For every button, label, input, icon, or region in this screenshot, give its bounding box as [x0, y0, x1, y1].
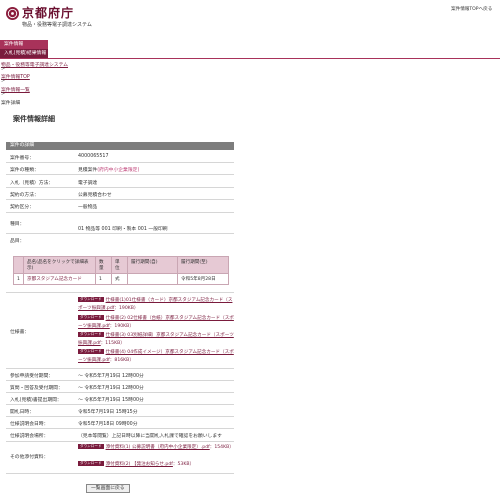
contract-category-label: 契約区分：: [10, 205, 34, 210]
row-divider: [6, 174, 234, 175]
table-cell: [127, 273, 178, 285]
breadcrumb-separator: >: [1, 79, 6, 84]
file-size: ：154KB）: [209, 445, 234, 450]
breadcrumb-current: 案件詳細: [1, 101, 21, 106]
case-type-text: 見積案件: [78, 168, 98, 173]
file-size: ：53KB）: [172, 462, 195, 467]
back-to-list-button[interactable]: 一覧画面に戻る: [86, 484, 130, 493]
column-header: 履行期間(自): [127, 256, 178, 274]
bid-method-value: 電子調達: [78, 181, 98, 186]
download-badge: ダウンロード: [78, 297, 104, 302]
bid-period-label: 入札(見積)書提出期間：: [10, 398, 62, 403]
file-size: ：190KB）: [109, 324, 134, 329]
row-divider: [6, 392, 234, 393]
nav-tab-bid-results[interactable]: 入札(見積)結果情報: [0, 49, 48, 58]
row-divider: [6, 212, 234, 213]
file-size: ：816KB）: [109, 358, 134, 363]
file-size: ：115KB）: [100, 341, 125, 346]
spec-download-2[interactable]: ダウンロード 仕様書(2) 02仕様書（台紙）京都スタジアム記念カード（スポーツ振…: [78, 315, 234, 331]
type-label: 種目：: [10, 222, 25, 227]
breadcrumb-case-list[interactable]: 案件情報一覧: [1, 86, 30, 93]
page-title: 案件情報詳細: [13, 115, 55, 123]
spec-download-4[interactable]: ダウンロード 仕様書(4) 04作成イメージ）京都スタジアム記念カード（スポーツ振…: [78, 349, 234, 365]
question-period-label: 質問・回答及受付期間：: [10, 386, 63, 391]
other-file-link-1[interactable]: 添付資料(1) 公募説明書（府内中小企業限定）.pdf: [106, 445, 210, 450]
logo-emblem-icon: [6, 7, 19, 20]
download-badge: ダウンロード: [78, 315, 104, 320]
opening-date-label: 開札日時：: [10, 410, 34, 415]
case-type-value: 見積案件(府内中小企業限定): [78, 166, 139, 173]
other-file-link-2[interactable]: 添付資料(2) 【発注お知らせ.pdf: [106, 462, 173, 467]
column-header: 品名(品名をクリックで詳細表示): [23, 256, 96, 274]
row-divider: [6, 404, 234, 405]
bid-method-label: 入札（見積）方法：: [10, 181, 54, 186]
table-cell: 令和5年8月28日: [177, 273, 229, 285]
table-cell: 式: [111, 273, 128, 285]
other-download-2[interactable]: ダウンロード 添付資料(2) 【発注お知らせ.pdf：53KB）: [78, 461, 234, 469]
file-size: ：190KB）: [114, 306, 139, 311]
item-name-link[interactable]: 京都スタジアム記念カード: [23, 273, 96, 285]
spec-download-3[interactable]: ダウンロード 仕様書(3) 03別紙詳細）京都スタジアム記念カード（スポーツ振興課…: [78, 332, 234, 348]
download-badge: ダウンロード: [78, 332, 104, 337]
type-value: 01 物品等 001 印刷・製本 001 一般印刷: [78, 227, 168, 232]
briefing-date-value: 令和5年7月18日 09時00分: [78, 422, 138, 427]
briefing-place-label: 仕様説明会場所：: [10, 434, 49, 439]
other-attachments-label: その他添付資料：: [10, 455, 49, 460]
column-header: 単位: [111, 256, 128, 274]
breadcrumb-case-top[interactable]: 案件情報TOP: [1, 73, 30, 80]
row-divider: [6, 416, 234, 417]
row-divider: [6, 368, 234, 369]
row-divider: [6, 441, 234, 442]
table-cell: 1: [95, 273, 112, 285]
briefing-date-label: 仕様説明会日時：: [10, 422, 49, 427]
case-type-label: 案件の種類：: [10, 168, 39, 173]
table-header-row: 品名(品名をクリックで詳細表示) 数量 単位 履行期間(自) 履行期間(至): [13, 256, 229, 274]
row-divider: [6, 199, 234, 200]
contract-category-value: 一般物品: [78, 205, 98, 210]
breadcrumb-separator: >: [1, 67, 6, 72]
column-header: 履行期間(至): [177, 256, 229, 274]
nav-divider: [0, 58, 500, 59]
row-divider: [6, 187, 234, 188]
logo-text: 京都府庁: [22, 6, 75, 20]
contract-method-label: 契約の方法：: [10, 193, 39, 198]
participation-period-value: ～ 令和5年7月19日 12時00分: [78, 374, 144, 379]
participation-period-label: 参加申請受付期間：: [10, 374, 54, 379]
download-badge: ダウンロード: [78, 461, 104, 466]
row-divider: [6, 473, 234, 474]
column-header: 数量: [95, 256, 112, 274]
spec-download-1[interactable]: ダウンロード 仕様書(1)01仕様書（カード）京都スタジアム記念カード（スポーツ振…: [78, 297, 234, 313]
items-label: 品目：: [10, 239, 25, 244]
column-header: [13, 256, 24, 274]
case-type-note: (府内中小企業限定): [97, 168, 140, 173]
section-header: 案件の詳細: [6, 142, 234, 150]
breadcrumb-system[interactable]: 物品・役務等電子調達システム: [1, 61, 68, 68]
row-divider: [6, 292, 234, 293]
case-number-label: 案件番号：: [10, 156, 34, 161]
back-to-top-link[interactable]: 案件情報TOPへ戻る: [451, 6, 492, 12]
row-divider: [6, 162, 234, 163]
nav-tab-case-info[interactable]: 案件情報: [0, 40, 48, 49]
table-row: 1 京都スタジアム記念カード 1 式 令和5年8月28日: [13, 273, 229, 285]
items-table: 品名(品名をクリックで詳細表示) 数量 単位 履行期間(自) 履行期間(至) 1…: [13, 256, 229, 285]
opening-date-value: 令和5年7月19日 15時15分: [78, 410, 138, 415]
contract-method-value: 公募見積合わせ: [78, 193, 112, 198]
other-download-1[interactable]: ダウンロード 添付資料(1) 公募説明書（府内中小企業限定）.pdf：154KB）: [78, 444, 234, 452]
question-period-value: ～ 令和5年7月19日 12時00分: [78, 386, 144, 391]
breadcrumb-separator: >: [1, 92, 6, 97]
briefing-place-value: （見本等閲覧）上記日時以降に当開札入札課で確認をお願いします: [78, 434, 222, 439]
specs-label: 仕様書：: [10, 330, 30, 335]
row-divider: [6, 380, 234, 381]
table-cell: 1: [13, 273, 24, 285]
download-badge: ダウンロード: [78, 349, 104, 354]
download-badge: ダウンロード: [78, 444, 104, 449]
row-divider: [6, 233, 234, 234]
case-number-value: 4000065517: [78, 154, 109, 159]
row-divider: [6, 428, 234, 429]
bid-period-value: ～ 令和5年7月19日 15時00分: [78, 398, 144, 403]
system-name: 物品・役務等電子調達システム: [22, 22, 92, 28]
